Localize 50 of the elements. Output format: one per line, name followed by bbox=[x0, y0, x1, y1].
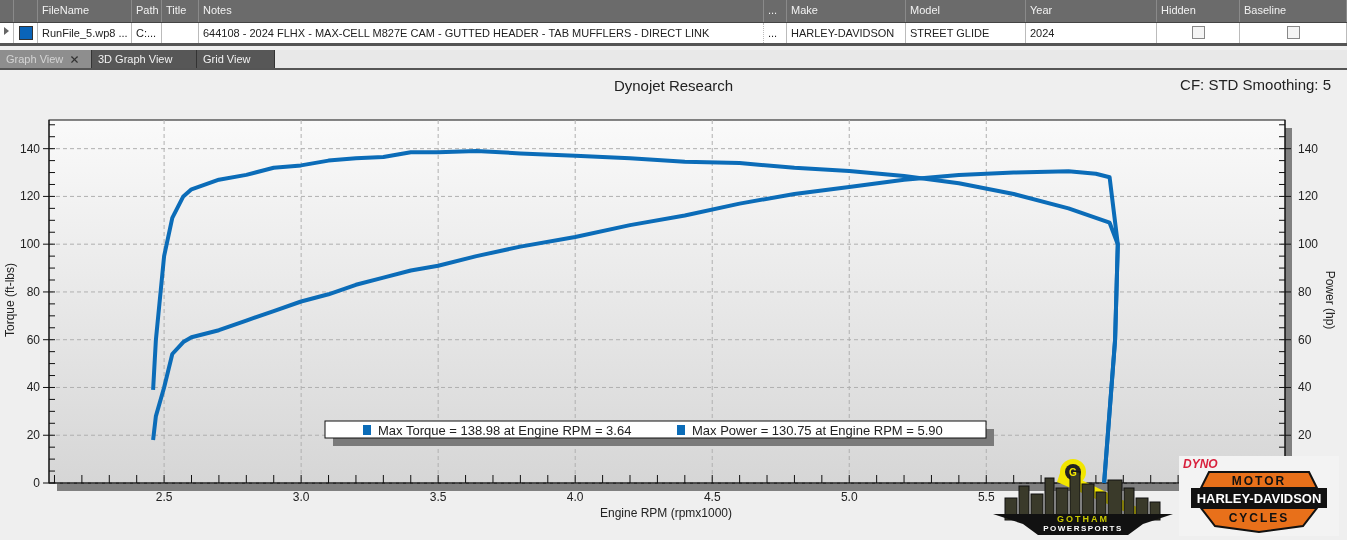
tick-label: 80 bbox=[1298, 284, 1312, 299]
table-cell: 2024 bbox=[1026, 23, 1157, 43]
logo-text: HARLEY-DAVIDSON bbox=[1196, 491, 1322, 506]
tick-label: 5.5 bbox=[977, 490, 995, 504]
table-cell: STREET GLIDE bbox=[906, 23, 1026, 43]
axis-title: Engine RPM (rpmx1000) bbox=[599, 506, 733, 520]
logo-text: GOTHAM bbox=[1057, 514, 1109, 524]
logo-text: G bbox=[1069, 467, 1077, 478]
tick-label: 60 bbox=[1298, 332, 1312, 347]
logo-text: POWERSPORTS bbox=[1043, 524, 1123, 533]
baseline-checkbox[interactable] bbox=[1286, 26, 1300, 39]
tick-label: 20 bbox=[26, 428, 40, 443]
legend-text: Max Torque = 138.98 at Engine RPM = 3.64 bbox=[378, 422, 632, 438]
tick-label: 140 bbox=[1298, 141, 1319, 156]
table-cell: 644108 - 2024 FLHX - MAX-CELL M827E CAM - GUTTED HEADER - TAB MUFFLERS - DIRECT LINK bbox=[199, 23, 764, 43]
tick-label: 5.0 bbox=[840, 490, 858, 504]
close-icon[interactable] bbox=[69, 53, 81, 65]
tick-label: 4.5 bbox=[703, 490, 721, 504]
current-row-icon bbox=[4, 27, 9, 35]
tick-label: 40 bbox=[26, 380, 40, 395]
legend-text: Max Power = 130.75 at Engine RPM = 5.90 bbox=[692, 422, 943, 438]
tick-label: 100 bbox=[1298, 237, 1319, 252]
tick-label: 20 bbox=[1298, 428, 1312, 443]
tick-label: 140 bbox=[19, 141, 40, 156]
table-cell: C:... bbox=[132, 23, 162, 43]
table-cell: HARLEY-DAVIDSON bbox=[787, 23, 906, 43]
tick-label: 40 bbox=[1298, 380, 1312, 395]
color-swatch[interactable] bbox=[18, 26, 33, 40]
view-tab[interactable]: Grid View bbox=[197, 50, 275, 68]
tick-label: 2.5 bbox=[155, 490, 173, 504]
correction-settings: CF: STD Smoothing: 5 bbox=[1180, 76, 1331, 93]
tick-label: 100 bbox=[19, 237, 40, 252]
tick-label: 3.5 bbox=[429, 490, 447, 504]
hidden-checkbox[interactable] bbox=[1191, 26, 1205, 39]
logo-text: DYNO bbox=[1183, 457, 1218, 471]
tick-label: 3.0 bbox=[292, 490, 310, 504]
tick-label: 120 bbox=[1298, 189, 1319, 204]
table-cell: ... bbox=[764, 23, 787, 43]
tick-label: 120 bbox=[19, 189, 40, 204]
tick-label: 4.0 bbox=[566, 490, 584, 504]
tick-label: 60 bbox=[26, 332, 40, 347]
tick-label: 0 bbox=[33, 476, 40, 490]
logo-text: CYCLES bbox=[1228, 511, 1290, 525]
view-tab[interactable]: 3D Graph View bbox=[92, 50, 197, 68]
axis-title: Power (hp) bbox=[1323, 270, 1337, 330]
table-cell: RunFile_5.wp8 ... bbox=[38, 23, 132, 43]
chart-title: Dynojet Research bbox=[613, 76, 734, 94]
tick-label: 80 bbox=[26, 284, 40, 299]
logo-text: MOTOR bbox=[1231, 474, 1287, 488]
axis-title: Torque (ft-lbs) bbox=[3, 263, 17, 337]
